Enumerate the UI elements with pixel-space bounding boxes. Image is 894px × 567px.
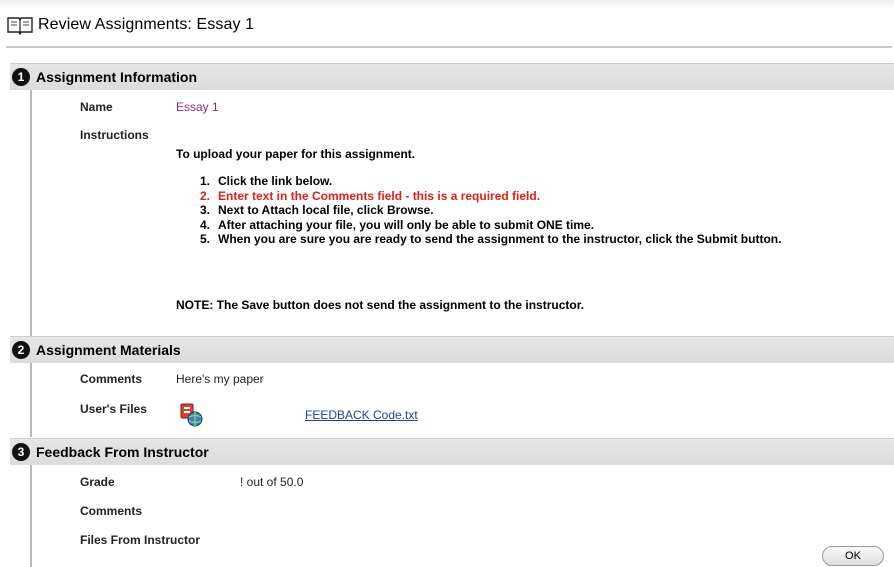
section-title: Assignment Information: [36, 69, 198, 85]
step-index: 3.: [200, 203, 211, 217]
step-number-1: 1: [12, 68, 30, 86]
grade-value: ! out of 50.0: [240, 475, 304, 489]
instruction-step-required: 2. Enter text in the Comments field - thi…: [200, 189, 880, 204]
section-title: Assignment Materials: [36, 342, 181, 358]
step-index: 1.: [200, 174, 211, 188]
feedback-comments-label: Comments: [80, 504, 143, 518]
name-label: Name: [80, 100, 113, 114]
step-text: Next to Attach local file, click Browse.: [218, 203, 434, 217]
step-index: 2.: [200, 188, 211, 203]
comments-label: Comments: [80, 372, 143, 386]
instructions-label: Instructions: [80, 128, 149, 142]
users-files-label: User's Files: [80, 402, 147, 416]
section-assignment-materials: 2 Assignment Materials: [10, 336, 894, 363]
comments-value: Here's my paper: [176, 372, 264, 386]
user-file-link[interactable]: FEEDBACK Code.txt: [305, 408, 418, 422]
section-feedback-from-instructor: 3 Feedback From Instructor: [10, 438, 894, 465]
grade-label: Grade: [80, 475, 115, 489]
step-text: After attaching your file, you will only…: [218, 217, 595, 232]
instruction-step: 5. When you are sure you are ready to sen…: [200, 232, 880, 247]
step-number-3: 3: [12, 443, 30, 461]
section-title: Feedback From Instructor: [36, 444, 209, 460]
files-from-instructor-label: Files From Instructor: [80, 533, 201, 547]
step-index: 5.: [200, 232, 211, 246]
section-rail: [30, 363, 32, 437]
instruction-step: 3. Next to Attach local file, click Brows…: [200, 203, 880, 218]
file-attachment-icon[interactable]: [178, 402, 206, 428]
step-index: 4.: [200, 217, 211, 232]
section-rail: [30, 90, 32, 336]
instructions-list: 1. Click the link below. 2. Enter text in …: [200, 174, 880, 247]
book-icon: [7, 17, 33, 35]
step-text: When you are sure you are ready to send …: [218, 232, 782, 246]
top-band: [0, 0, 894, 8]
header-divider: [6, 46, 892, 48]
step-number-2: 2: [12, 341, 30, 359]
instruction-step: 1. Click the link below.: [200, 174, 880, 189]
section-assignment-information: 1 Assignment Information: [10, 63, 894, 90]
step-text: Click the link below.: [218, 174, 333, 188]
instruction-step: 4. After attaching your file, you will on…: [200, 218, 880, 233]
page-header: Review Assignments: Essay 1: [6, 12, 254, 38]
instructions-intro: To upload your paper for this assignment…: [176, 147, 416, 161]
page-title: Review Assignments: Essay 1: [38, 16, 255, 33]
instructions-note: NOTE: The Save button does not send the …: [176, 298, 585, 312]
section-rail: [30, 465, 32, 567]
assignment-name: Essay 1: [176, 100, 219, 114]
ok-button[interactable]: OK: [822, 546, 884, 566]
step-text: Enter text in the Comments field - this …: [218, 188, 541, 203]
